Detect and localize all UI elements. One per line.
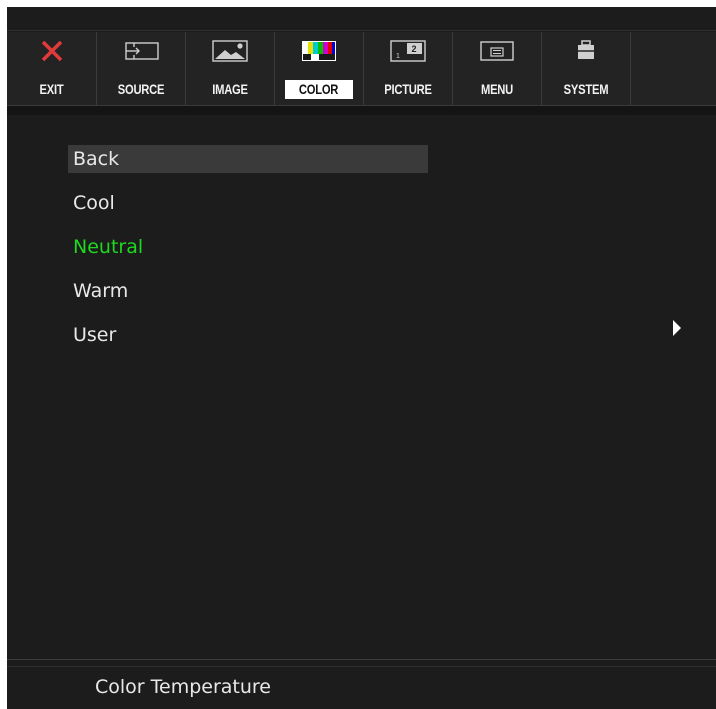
- tab-menu[interactable]: MENU: [453, 32, 542, 105]
- status-bar: Color Temperature: [7, 659, 716, 709]
- top-divider: [7, 30, 716, 31]
- toolbar-empty-slot: [631, 32, 716, 105]
- tab-color-label: COLOR: [285, 80, 353, 99]
- tab-picture[interactable]: 1 2 PICTURE: [364, 32, 453, 105]
- tab-exit[interactable]: EXIT: [7, 32, 97, 105]
- status-divider: [7, 666, 716, 667]
- menu-item-back[interactable]: Back: [68, 145, 428, 173]
- tab-system-label: SYSTEM: [563, 81, 609, 97]
- osd-toolbar: EXIT SOURCE IMAGE COLOR 1 2 PICTURE MENU…: [7, 32, 716, 105]
- close-icon: [41, 40, 62, 62]
- top-strip: [7, 7, 716, 30]
- osd-window: EXIT SOURCE IMAGE COLOR 1 2 PICTURE MENU…: [7, 7, 716, 709]
- menu-item-cool[interactable]: Cool: [68, 189, 428, 217]
- tab-picture-label: PICTURE: [384, 81, 432, 97]
- menu-item-neutral[interactable]: Neutral: [68, 233, 428, 261]
- tab-image[interactable]: IMAGE: [186, 32, 275, 105]
- svg-text:1: 1: [396, 53, 400, 60]
- input-icon: [125, 42, 159, 60]
- color-bars-icon: [302, 41, 336, 61]
- tab-exit-label: EXIT: [39, 81, 64, 97]
- toolbox-icon: [578, 40, 594, 59]
- image-icon: [212, 40, 248, 62]
- tab-source-label: SOURCE: [117, 81, 165, 97]
- submenu-arrow-icon[interactable]: [673, 320, 681, 336]
- menu-item-warm[interactable]: Warm: [68, 277, 428, 305]
- status-text: Color Temperature: [95, 676, 272, 698]
- color-temperature-menu: Back Cool Neutral Warm User: [7, 114, 716, 659]
- tab-source[interactable]: SOURCE: [97, 32, 186, 105]
- picture-in-picture-icon: 1 2: [390, 40, 426, 62]
- tab-color[interactable]: COLOR: [275, 32, 364, 105]
- svg-text:2: 2: [412, 44, 417, 54]
- tab-system[interactable]: SYSTEM: [542, 32, 631, 105]
- menu-icon: [480, 41, 514, 61]
- tab-menu-label: MENU: [480, 81, 514, 97]
- tab-image-label: IMAGE: [212, 81, 248, 97]
- menu-item-user[interactable]: User: [68, 321, 428, 349]
